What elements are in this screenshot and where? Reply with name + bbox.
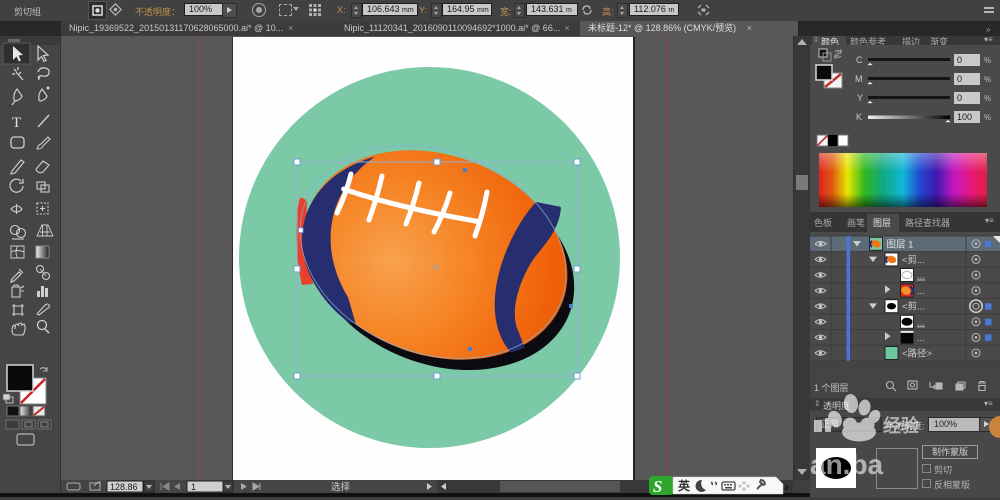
svg-text:0: 0 [957, 74, 962, 84]
svg-text:%: % [984, 56, 991, 65]
svg-text:<剪...: <剪... [902, 301, 925, 313]
svg-text:0: 0 [957, 93, 962, 103]
svg-text:1: 1 [191, 482, 196, 492]
svg-text:M: M [855, 74, 863, 84]
svg-text:...: ... [917, 333, 925, 344]
svg-text:图层 1: 图层 1 [887, 239, 914, 250]
svg-text:英: 英 [678, 478, 691, 493]
svg-text:...: ... [917, 271, 925, 282]
svg-text:%: % [984, 113, 991, 122]
svg-text:%: % [984, 94, 991, 103]
svg-text:100: 100 [957, 112, 972, 122]
svg-text:<路径>: <路径> [902, 348, 933, 360]
svg-text:0: 0 [957, 55, 962, 65]
svg-text:经验: 经验 [883, 415, 920, 436]
svg-text:C: C [856, 55, 863, 65]
svg-text:T: T [12, 115, 21, 131]
svg-text:<剪...: <剪... [902, 254, 925, 266]
svg-text:an.ba: an.ba [810, 449, 884, 480]
svg-text:...: ... [917, 317, 925, 328]
svg-text:S: S [653, 477, 662, 495]
svg-text:%: % [984, 75, 991, 84]
svg-text:128.86: 128.86 [110, 482, 138, 492]
svg-text:...: ... [917, 286, 925, 297]
svg-text:Y: Y [857, 93, 863, 103]
svg-text:K: K [856, 112, 862, 122]
svg-text:选择: 选择 [331, 481, 351, 493]
